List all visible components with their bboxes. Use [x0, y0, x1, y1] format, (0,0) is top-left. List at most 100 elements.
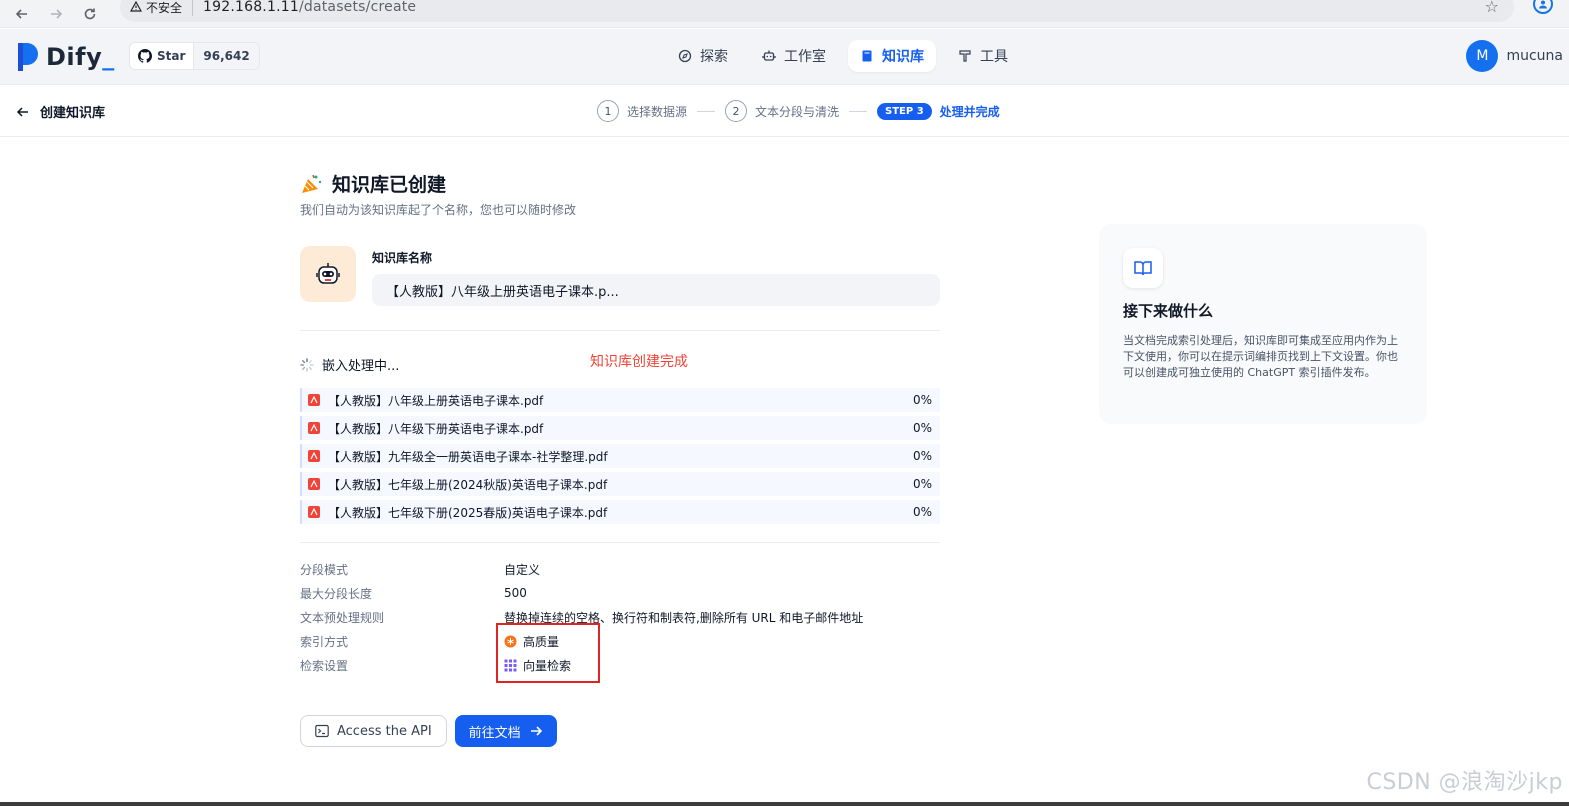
kb-name-section: 知识库名称 【人教版】八年级上册英语电子课本.p...	[300, 246, 940, 306]
nav-tools[interactable]: 工具	[946, 40, 1020, 72]
nav-knowledge[interactable]: 知识库	[848, 40, 936, 72]
robot-icon	[762, 50, 776, 61]
file-progress: 0%	[912, 421, 932, 435]
go-to-documents-label: 前往文档	[468, 725, 521, 741]
annotation-text: 知识库创建完成	[590, 354, 688, 370]
back-label: 创建知识库	[40, 106, 106, 121]
divider	[300, 542, 940, 543]
setting-key: 检索设置	[300, 658, 349, 673]
username: mucuna	[1506, 48, 1563, 64]
star-label: Star	[157, 49, 186, 63]
compass-icon	[678, 49, 692, 63]
github-icon	[138, 49, 152, 63]
setting-key: 最大分段长度	[300, 586, 373, 601]
github-star-button[interactable]: Star 96,642	[129, 42, 260, 70]
nav-explore-label: 探索	[700, 49, 728, 65]
book-open-icon	[1123, 248, 1163, 288]
kb-name-label: 知识库名称	[372, 251, 433, 265]
nav-explore[interactable]: 探索	[666, 40, 740, 72]
security-indicator[interactable]: 不安全	[130, 0, 194, 16]
dify-logo[interactable]: Dify_	[18, 43, 115, 71]
step-2-label: 文本分段与清洗	[755, 104, 840, 119]
browser-reload-icon[interactable]	[82, 6, 98, 22]
main-nav: 探索 工作室 知识库 工具	[666, 40, 1020, 72]
arrow-left-icon	[16, 106, 28, 117]
action-buttons: Access the API 前往文档	[300, 715, 940, 747]
setting-value: 500	[504, 586, 527, 600]
address-bar[interactable]: 不安全 192.168.1.11/datasets/create	[120, 0, 1514, 22]
dify-logo-mark-icon	[18, 43, 38, 71]
setting-value: 自定义	[504, 562, 541, 577]
step-divider	[849, 110, 868, 112]
file-name: 【人教版】八年级下册英语电子课本.pdf	[328, 421, 544, 436]
file-item: 【人教版】九年级全一册英语电子课本-社学整理.pdf 0%	[300, 444, 940, 468]
step-1-label: 选择数据源	[627, 104, 688, 119]
embedding-status-text: 嵌入处理中...	[322, 359, 400, 374]
page-title: 知识库已创建	[332, 174, 447, 196]
page-title-row: 知识库已创建	[300, 170, 940, 197]
file-list: 【人教版】八年级上册英语电子课本.pdf 0% 【人教版】八年级下册英语电子课本…	[300, 388, 940, 524]
embedding-status-row: 嵌入处理中... 知识库创建完成	[300, 354, 940, 374]
step-1-number: 1	[597, 100, 619, 122]
watermark: CSDN @浪淘沙jkp	[1366, 770, 1563, 795]
insecure-label: 不安全	[146, 0, 183, 15]
loading-spinner-icon	[300, 357, 314, 372]
warning-icon	[130, 1, 142, 12]
access-api-label: Access the API	[337, 723, 432, 739]
browser-profile-icon[interactable]	[1533, 0, 1553, 14]
avatar[interactable]: M	[1466, 40, 1499, 72]
pdf-file-icon	[308, 506, 320, 518]
next-steps-card: 接下来做什么 当文档完成索引处理后，知识库即可集成至应用内作为上下文使用，你可以…	[1099, 224, 1427, 424]
divider	[300, 330, 940, 331]
browser-toolbar: 不安全 192.168.1.11/datasets/create ☆	[0, 0, 1569, 28]
bookmark-star-icon[interactable]: ☆	[1485, 0, 1499, 16]
next-steps-body: 当文档完成索引处理后，知识库即可集成至应用内作为上下文使用，你可以在提示词编排页…	[1123, 334, 1398, 379]
create-dataset-subheader: 创建知识库 1 选择数据源 2 文本分段与清洗 STEP 3 处理并完成	[0, 86, 1569, 137]
browser-back-icon[interactable]	[14, 6, 30, 22]
access-api-button[interactable]: Access the API	[300, 715, 447, 747]
file-progress: 0%	[912, 477, 932, 491]
setting-row: 分段模式 自定义	[300, 557, 940, 581]
kb-robot-icon[interactable]	[300, 246, 356, 302]
file-name: 【人教版】七年级下册(2025春版)英语电子课本.pdf	[328, 505, 608, 520]
setting-row: 最大分段长度 500	[300, 581, 940, 605]
next-steps-title: 接下来做什么	[1123, 302, 1214, 320]
url-text: 192.168.1.11/datasets/create	[203, 0, 416, 15]
file-item: 【人教版】七年级上册(2024秋版)英语电子课本.pdf 0%	[300, 472, 940, 496]
process-settings: 分段模式 自定义 最大分段长度 500 文本预处理规则 替换掉连续的空格、换行符…	[300, 557, 940, 677]
step-divider	[697, 110, 716, 112]
url-path: /datasets/create	[298, 0, 417, 15]
file-name: 【人教版】八年级上册英语电子课本.pdf	[328, 393, 544, 408]
logo-text: Dify_	[46, 43, 115, 71]
file-item: 【人教版】七年级下册(2025春版)英语电子课本.pdf 0%	[300, 500, 940, 524]
step-3-label: 处理并完成	[939, 104, 1000, 119]
nav-knowledge-label: 知识库	[882, 49, 924, 65]
setting-row: 索引方式 高质量	[300, 629, 940, 653]
file-name: 【人教版】九年级全一册英语电子课本-社学整理.pdf	[328, 449, 608, 464]
go-to-documents-button[interactable]: 前往文档	[454, 715, 557, 747]
nav-studio[interactable]: 工作室	[750, 40, 838, 72]
setting-row: 检索设置 向量检索	[300, 653, 940, 677]
kb-name-input[interactable]: 【人教版】八年级上册英语电子课本.p...	[372, 274, 940, 306]
nav-studio-label: 工作室	[784, 49, 826, 65]
taskbar-edge	[0, 802, 1569, 806]
user-menu[interactable]: M mucuna	[1466, 40, 1563, 72]
book-icon	[862, 50, 872, 62]
file-progress: 0%	[912, 449, 932, 463]
arrow-right-icon	[530, 726, 542, 736]
main-content: 知识库已创建 我们自动为该知识库起了个名称，您也可以随时修改 知识库名称 【人教…	[300, 170, 940, 747]
browser-forward-icon[interactable]	[48, 6, 64, 22]
back-button[interactable]: 创建知识库	[16, 102, 105, 121]
terminal-icon	[315, 724, 329, 738]
file-item: 【人教版】八年级上册英语电子课本.pdf 0%	[300, 388, 940, 412]
step-2-number: 2	[725, 100, 748, 122]
step-3-badge: STEP 3	[877, 102, 932, 120]
page-subtitle: 我们自动为该知识库起了个名称，您也可以随时修改	[300, 203, 577, 217]
party-popper-icon	[302, 174, 322, 193]
file-item: 【人教版】八年级下册英语电子课本.pdf 0%	[300, 416, 940, 440]
pdf-file-icon	[308, 450, 320, 462]
file-progress: 0%	[912, 393, 932, 407]
file-progress: 0%	[912, 505, 932, 519]
file-name: 【人教版】七年级上册(2024秋版)英语电子课本.pdf	[328, 477, 608, 492]
hammer-icon	[959, 50, 971, 62]
